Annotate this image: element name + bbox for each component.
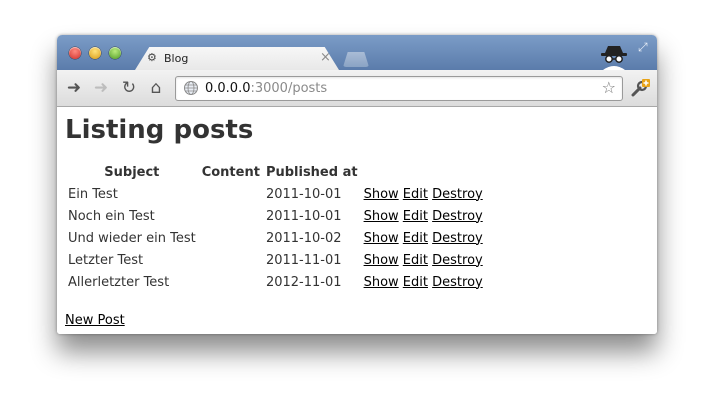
incognito-icon bbox=[601, 46, 627, 70]
edit-link[interactable]: Edit bbox=[403, 209, 428, 224]
url-host: 0.0.0.0 bbox=[205, 81, 251, 96]
forward-button[interactable]: ➜ bbox=[91, 78, 111, 98]
table-row: Noch ein Test 2011-10-01 Show Edit Destroy bbox=[65, 205, 486, 227]
post-published-at: 2011-11-01 bbox=[265, 252, 342, 268]
post-published-at: 2011-10-02 bbox=[265, 230, 342, 246]
table-row: Letzter Test 2011-11-01 Show Edit Destroy bbox=[65, 249, 486, 271]
destroy-link[interactable]: Destroy bbox=[432, 253, 483, 268]
minimize-window-button[interactable] bbox=[89, 47, 101, 59]
page-content: Listing posts Subject Content Published … bbox=[57, 107, 657, 334]
table-row: Ein Test 2011-10-01 Show Edit Destroy bbox=[65, 183, 486, 205]
wrench-menu-icon[interactable] bbox=[629, 77, 651, 99]
column-header-subject: Subject bbox=[104, 164, 160, 180]
table-row: Allerletzter Test 2012-11-01 Show Edit Des… bbox=[65, 271, 486, 293]
address-bar[interactable]: 0.0.0.0:3000/posts ☆ bbox=[175, 76, 623, 101]
post-subject: Allerletzter Test bbox=[68, 274, 170, 290]
new-tab-button[interactable] bbox=[343, 52, 369, 67]
home-button[interactable]: ⌂ bbox=[146, 78, 166, 98]
post-actions: Show Edit Destroy bbox=[361, 249, 486, 271]
post-published-at: 2011-10-01 bbox=[265, 208, 342, 224]
post-content bbox=[199, 271, 263, 293]
show-link[interactable]: Show bbox=[364, 275, 399, 290]
destroy-link[interactable]: Destroy bbox=[432, 231, 483, 246]
column-header-actions bbox=[361, 161, 486, 183]
posts-table-body: Ein Test 2011-10-01 Show Edit Destroy Noch … bbox=[65, 183, 486, 293]
edit-link[interactable]: Edit bbox=[403, 275, 428, 290]
posts-table: Subject Content Published at Ein Test 201… bbox=[65, 161, 486, 293]
post-actions: Show Edit Destroy bbox=[361, 205, 486, 227]
url-path: :3000/posts bbox=[250, 81, 328, 96]
show-link[interactable]: Show bbox=[364, 253, 399, 268]
title-bar: ⚙ Blog × ⤢ bbox=[57, 35, 657, 70]
url-text: 0.0.0.0:3000/posts bbox=[205, 81, 327, 96]
new-post-link[interactable]: New Post bbox=[65, 313, 125, 328]
post-actions: Show Edit Destroy bbox=[361, 227, 486, 249]
edit-link[interactable]: Edit bbox=[403, 187, 428, 202]
post-subject: Ein Test bbox=[68, 186, 118, 202]
post-subject: Letzter Test bbox=[68, 252, 144, 268]
post-content bbox=[199, 227, 263, 249]
show-link[interactable]: Show bbox=[364, 231, 399, 246]
table-header-row: Subject Content Published at bbox=[65, 161, 486, 183]
tab-title: Blog bbox=[164, 52, 189, 65]
close-window-button[interactable] bbox=[69, 47, 81, 59]
show-link[interactable]: Show bbox=[364, 187, 399, 202]
back-button[interactable]: ➜ bbox=[64, 78, 84, 98]
reload-button[interactable]: ↻ bbox=[119, 78, 139, 98]
post-actions: Show Edit Destroy bbox=[361, 271, 486, 293]
browser-window: ⚙ Blog × ⤢ ➜ ➜ ↻ ⌂ 0.0.0.0:3000/posts ☆ bbox=[57, 35, 657, 334]
toolbar: ➜ ➜ ↻ ⌂ 0.0.0.0:3000/posts ☆ bbox=[57, 70, 657, 107]
edit-link[interactable]: Edit bbox=[403, 231, 428, 246]
post-content bbox=[199, 249, 263, 271]
column-header-published-at: Published at bbox=[265, 164, 358, 180]
post-content bbox=[199, 183, 263, 205]
edit-link[interactable]: Edit bbox=[403, 253, 428, 268]
bookmark-star-icon[interactable]: ☆ bbox=[602, 78, 616, 97]
post-subject: Und wieder ein Test bbox=[68, 230, 196, 246]
post-published-at: 2012-11-01 bbox=[265, 274, 342, 290]
post-subject: Noch ein Test bbox=[68, 208, 155, 224]
column-header-content: Content bbox=[201, 164, 260, 180]
globe-icon bbox=[184, 81, 198, 95]
favicon-icon: ⚙ bbox=[147, 51, 157, 64]
destroy-link[interactable]: Destroy bbox=[432, 187, 483, 202]
table-row: Und wieder ein Test 2011-10-02 Show Edit D… bbox=[65, 227, 486, 249]
post-content bbox=[199, 205, 263, 227]
show-link[interactable]: Show bbox=[364, 209, 399, 224]
destroy-link[interactable]: Destroy bbox=[432, 275, 483, 290]
destroy-link[interactable]: Destroy bbox=[432, 209, 483, 224]
post-actions: Show Edit Destroy bbox=[361, 183, 486, 205]
tab-blog[interactable]: ⚙ Blog × bbox=[135, 47, 339, 70]
tab-close-icon[interactable]: × bbox=[320, 50, 331, 65]
fullscreen-icon[interactable]: ⤢ bbox=[638, 40, 648, 55]
page-title: Listing posts bbox=[65, 115, 254, 145]
zoom-window-button[interactable] bbox=[109, 47, 121, 59]
post-published-at: 2011-10-01 bbox=[265, 186, 342, 202]
